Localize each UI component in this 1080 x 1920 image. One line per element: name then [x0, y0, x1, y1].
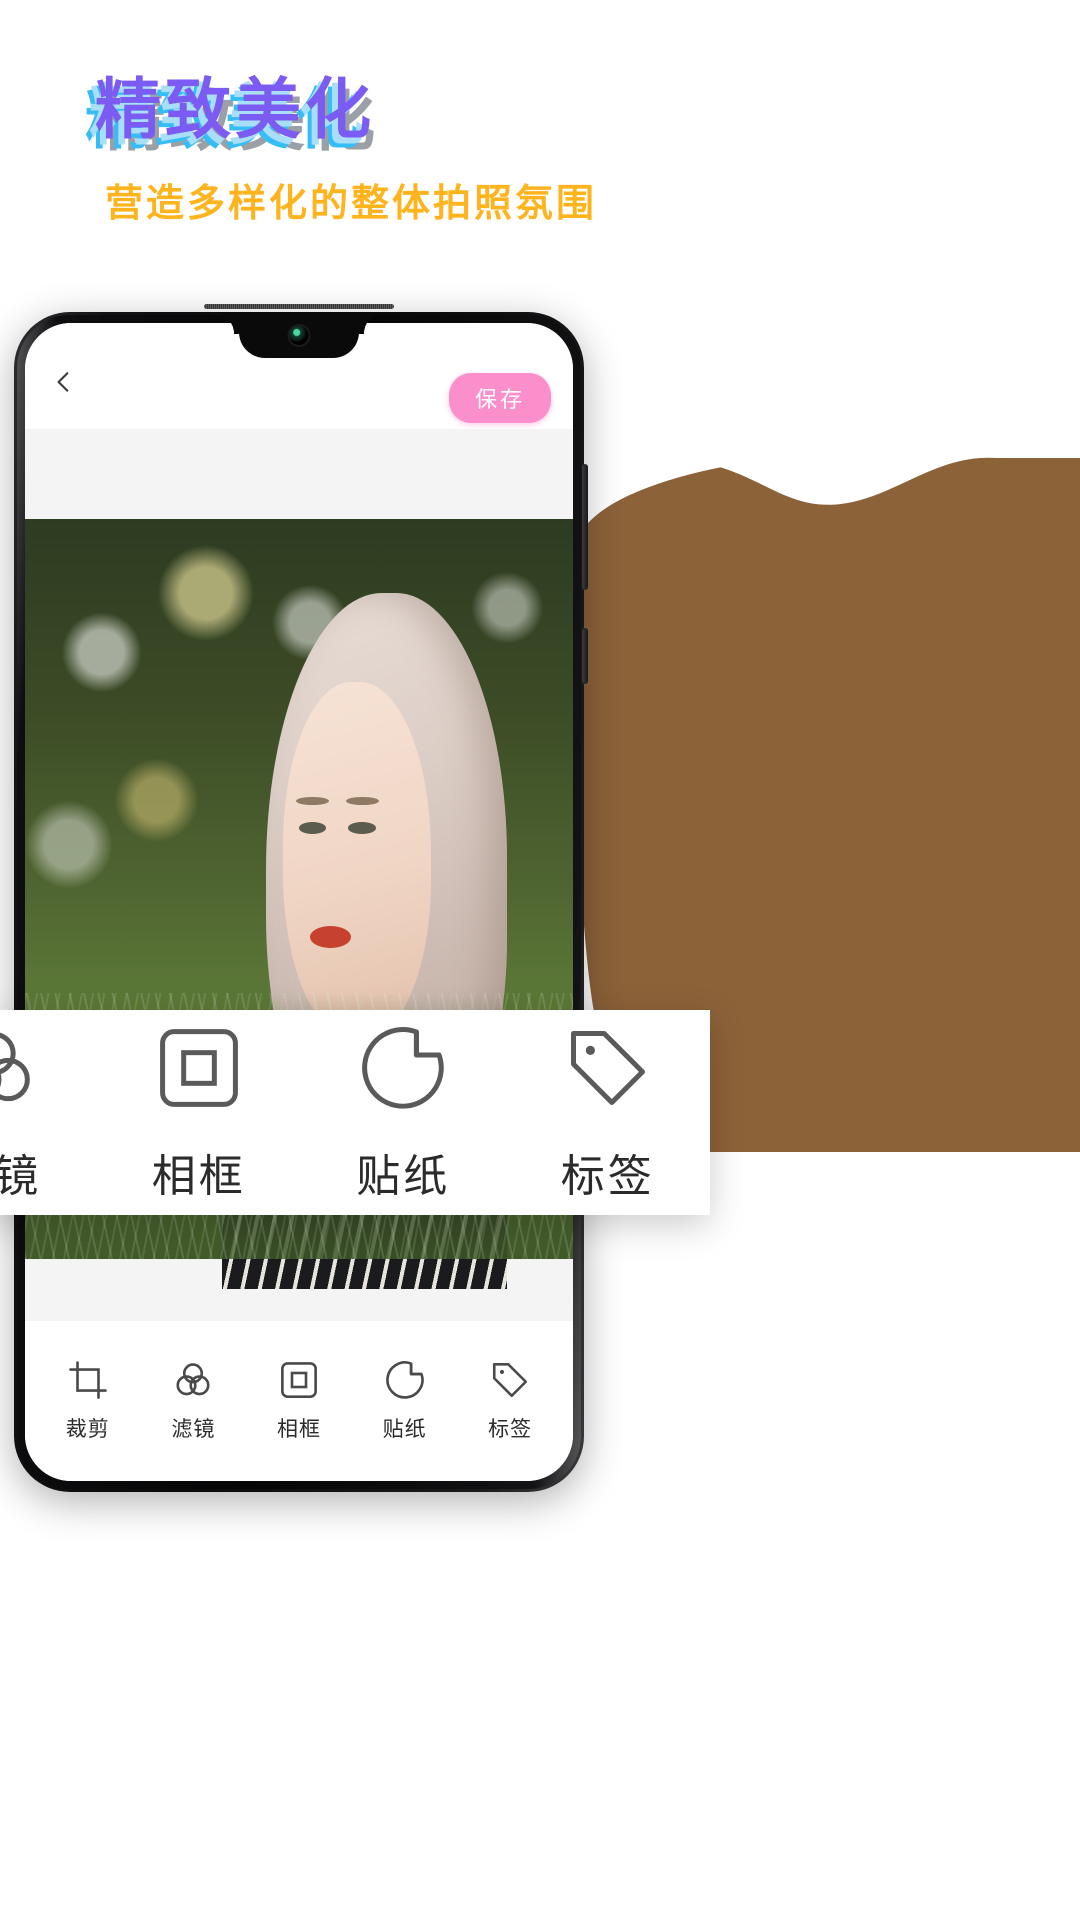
toolbar-item-frame[interactable]: 相框 [251, 1359, 347, 1443]
save-button[interactable]: 保存 [448, 373, 551, 423]
phone-mockup: 保存 裁剪 滤镜 相框 贴纸 标签 [14, 304, 588, 1492]
tag-icon [493, 1362, 528, 1398]
page-subtitle: 营造多样化的整体拍照氛围 [105, 181, 598, 225]
power-button[interactable] [582, 628, 588, 684]
headline-main: 精致美化 [95, 71, 375, 148]
earpiece-speaker [204, 304, 394, 309]
promo-page: 精致美化 精致美化 精致美化 精致美化 营造多样化的整体拍照氛围 保存 裁剪 滤… [0, 0, 1080, 1920]
sticker-icon [385, 1361, 424, 1399]
panel-item-label: 相框 [151, 1150, 246, 1202]
edit-toolbar: 裁剪 滤镜 相框 贴纸 标签 [25, 1321, 573, 1481]
toolbar-item-crop[interactable]: 裁剪 [40, 1359, 136, 1443]
filter-circles-icon [176, 1363, 210, 1396]
photo-lips [309, 926, 352, 949]
panel-item-frame[interactable]: 相框 [97, 1022, 302, 1204]
toolbar-item-tag[interactable]: 标签 [462, 1359, 558, 1443]
page-title: 精致美化 精致美化 精致美化 精致美化 [85, 75, 375, 156]
volume-button[interactable] [582, 464, 588, 590]
panel-item-label: 标签 [560, 1150, 655, 1202]
waterdrop-notch [204, 304, 394, 358]
toolbar-label: 相框 [276, 1417, 321, 1441]
toolbar-label: 贴纸 [382, 1417, 427, 1441]
tag-icon [570, 1030, 645, 1105]
panel-item-label: 滤镜 [0, 1150, 42, 1202]
photo-brow-right [346, 796, 379, 805]
panel-item-tag[interactable]: 标签 [506, 1022, 711, 1204]
sticker-icon [362, 1026, 444, 1109]
panel-item-sticker[interactable]: 贴纸 [301, 1022, 506, 1204]
crop-icon [68, 1361, 107, 1399]
panel-item-label: 贴纸 [356, 1150, 451, 1202]
frame-icon [159, 1028, 238, 1107]
headline-block: 精致美化 精致美化 精致美化 精致美化 [85, 75, 375, 156]
panel-item-filter[interactable]: 滤镜 [0, 1022, 97, 1204]
magnified-toolbar-panel: 滤镜 相框 贴纸 标签 [0, 1010, 710, 1215]
toolbar-label: 滤镜 [171, 1417, 216, 1441]
chevron-left-icon[interactable] [51, 369, 77, 395]
frame-icon [281, 1362, 317, 1398]
filter-circles-icon [0, 1032, 31, 1101]
phone-screen: 保存 裁剪 滤镜 相框 贴纸 标签 [25, 323, 573, 1481]
toolbar-item-sticker[interactable]: 贴纸 [357, 1359, 453, 1443]
photo-brow-left [295, 796, 329, 805]
toolbar-label: 裁剪 [65, 1417, 110, 1441]
photo-face [282, 681, 431, 1037]
front-camera-icon [289, 326, 309, 345]
toolbar-item-filter[interactable]: 滤镜 [145, 1359, 241, 1443]
toolbar-label: 标签 [488, 1417, 533, 1441]
